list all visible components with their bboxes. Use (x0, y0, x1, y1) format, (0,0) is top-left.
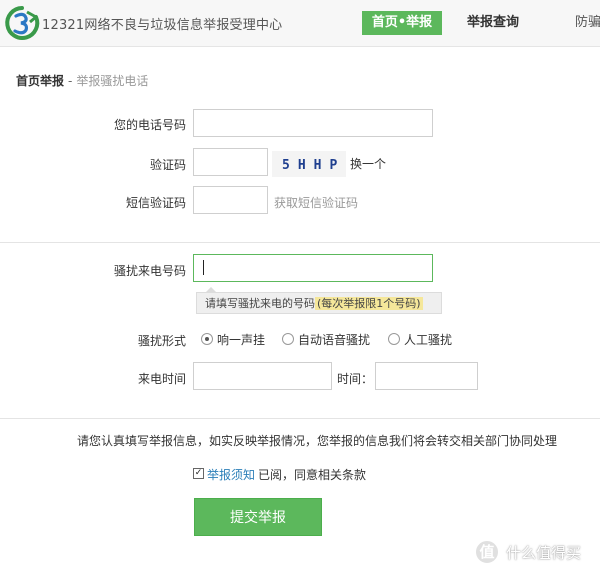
agree-text: 已阅，同意相关条款 (258, 468, 367, 482)
section-divider-2 (0, 418, 600, 419)
agree-checkbox[interactable]: ✓ (193, 468, 204, 479)
get-sms-code-link[interactable]: 获取短信验证码 (274, 194, 358, 211)
phone-label: 您的电话号码 (113, 118, 186, 132)
captcha-input[interactable] (193, 148, 268, 176)
call-date-input[interactable] (193, 362, 332, 390)
sms-code-input[interactable] (193, 186, 268, 214)
site-title: 12321网络不良与垃圾信息举报受理中心 (42, 18, 283, 33)
refresh-captcha-link[interactable]: 换一个 (350, 155, 386, 172)
section-divider (0, 242, 600, 243)
call-date-label: 来电时间 (137, 372, 186, 386)
tooltip-highlight: (每次举报限1个号码) (315, 297, 423, 310)
nav-anti-fraud[interactable]: 防骗 (575, 11, 600, 35)
breadcrumb-separator: - (68, 74, 73, 88)
captcha-image[interactable]: 5HHP (272, 151, 346, 177)
radio-manual[interactable] (388, 333, 400, 345)
radio-ring-once[interactable] (201, 333, 213, 345)
text-caret (203, 260, 204, 275)
radio-auto-voice[interactable] (282, 333, 294, 345)
harass-number-input[interactable] (193, 254, 433, 282)
radio-ring-once-label[interactable]: 响一声挂 (217, 331, 265, 348)
call-time-input[interactable] (375, 362, 478, 390)
notice-text: 请您认真填写举报信息，如实反映举报情况，您举报的信息我们将会转交相关部门协同处理 (77, 434, 558, 448)
nav-report-query[interactable]: 举报查询 (467, 11, 519, 35)
logo-12321-icon[interactable] (3, 4, 41, 42)
call-time-label: 时间： (337, 372, 374, 386)
breadcrumb-current: 举报骚扰电话 (76, 74, 149, 88)
breadcrumb: 首页举报 - 举报骚扰电话 (16, 72, 148, 89)
captcha-text: 5HHP (282, 158, 345, 173)
breadcrumb-home[interactable]: 首页举报 (16, 74, 64, 88)
watermark-text: 什么值得买 (506, 544, 582, 562)
captcha-label: 验证码 (149, 158, 186, 172)
nav-home-report[interactable]: 首页•举报 (362, 11, 442, 35)
radio-manual-label[interactable]: 人工骚扰 (404, 331, 452, 348)
tooltip-text: 请填写骚扰来电的号码 (205, 297, 315, 310)
sms-code-label: 短信验证码 (125, 196, 186, 210)
harass-type-label: 骚扰形式 (137, 334, 186, 348)
watermark-logo-icon: 值 (474, 539, 500, 565)
harass-number-label: 骚扰来电号码 (113, 264, 186, 278)
phone-input[interactable] (193, 109, 433, 137)
site-header: 12321网络不良与垃圾信息举报受理中心 首页•举报 举报查询 防骗 (0, 0, 600, 47)
harass-number-tooltip: 请填写骚扰来电的号码 (每次举报限1个号码) (196, 287, 442, 314)
radio-auto-voice-label[interactable]: 自动语音骚扰 (298, 331, 370, 348)
submit-report-button[interactable]: 提交举报 (194, 498, 322, 536)
report-terms-link[interactable]: 举报须知 (207, 466, 255, 483)
